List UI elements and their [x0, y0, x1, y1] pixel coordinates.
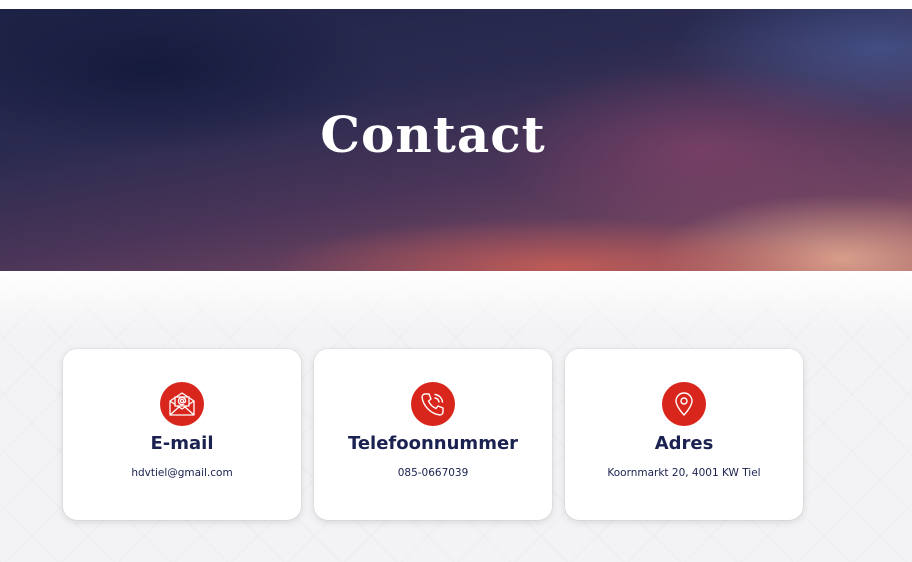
top-bar [0, 0, 912, 9]
address-label: Adres [654, 433, 714, 454]
phone-ringing-icon [411, 382, 455, 426]
email-card: E-mail hdvtiel@gmail.com [63, 349, 301, 520]
map-pin-icon [662, 382, 706, 426]
email-label: E-mail [150, 433, 214, 454]
phone-value[interactable]: 085-0667039 [314, 467, 552, 479]
phone-card: Telefoonnummer 085-0667039 [314, 349, 552, 520]
phone-label: Telefoonnummer [347, 433, 519, 454]
address-value: Koornmarkt 20, 4001 KW Tiel [607, 467, 761, 479]
page-title: Contact [320, 105, 546, 164]
address-card: Adres Koornmarkt 20, 4001 KW Tiel [565, 349, 803, 520]
envelope-at-icon [160, 382, 204, 426]
email-value[interactable]: hdvtiel@gmail.com [63, 467, 301, 479]
hero-banner: Contact [0, 9, 912, 271]
